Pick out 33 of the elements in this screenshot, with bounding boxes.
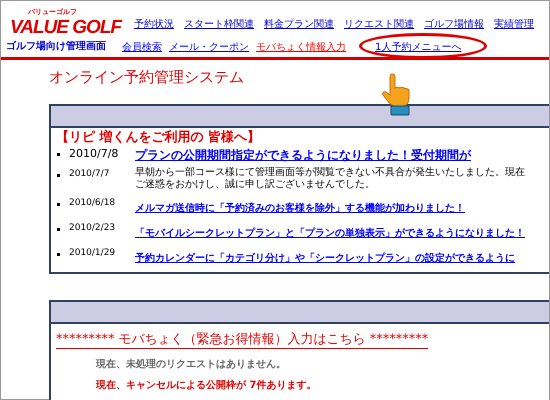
- nav-link[interactable]: ゴルフ場情報: [424, 17, 484, 31]
- news-date: 2010/7/8: [69, 146, 120, 162]
- bullet-icon: [57, 228, 60, 231]
- panel-title: 【リピ 増くんをご利用の 皆様へ】: [55, 128, 262, 146]
- nav-link[interactable]: 1人予約メニューへ: [375, 42, 462, 53]
- nav-link[interactable]: モバちょく情報入力: [256, 40, 346, 54]
- bullet-icon: [57, 253, 60, 256]
- news-date: 2010/2/23: [69, 222, 116, 235]
- bullet-icon: [57, 203, 60, 206]
- status-message: 現在、キャンセルによる公開枠が 7件あります。: [96, 380, 318, 392]
- bullet-icon: [57, 174, 60, 177]
- page-title: オンライン予約管理システム: [49, 68, 244, 87]
- nav-link[interactable]: リクエスト関連: [344, 17, 414, 31]
- news-text: ご迷惑をおかけし、誠に申し訳ございませんでした。: [135, 179, 376, 191]
- nav-link[interactable]: スタート枠関連: [184, 17, 254, 31]
- bullet-icon: [57, 153, 60, 156]
- nav-link[interactable]: 料金プラン関連: [264, 17, 334, 31]
- subtitle: ゴルフ場向け管理画面: [6, 40, 106, 53]
- news-link[interactable]: 予約カレンダーに「カテゴリ分け」や「シークレットプラン」の設定ができるように: [135, 253, 515, 264]
- nav-link[interactable]: メール・クーポン: [169, 40, 249, 54]
- nav-link[interactable]: 会員検索: [122, 40, 162, 54]
- news-text: 早朝から一部コース様にて管理画面等が閲覧できない不具合が発生いたしました。現在: [135, 167, 526, 178]
- news-date: 2010/7/7: [69, 168, 110, 181]
- news-date: 2010/6/18: [69, 197, 116, 210]
- status-message: 現在、未処理のリクエストはありません。: [96, 359, 287, 371]
- nav-link[interactable]: 予約状況: [134, 17, 174, 31]
- pointing-hand-icon: [382, 72, 412, 116]
- news-link[interactable]: 「モバイルシークレットプラン」と「プランの単独表示」ができるようになりました！: [135, 228, 525, 239]
- news-link[interactable]: プランの公開期間指定ができるようになりました！受付期間が: [135, 148, 471, 162]
- news-date: 2010/1/29: [69, 247, 116, 260]
- mobile-input-link[interactable]: ********* モバちょく（緊急お得情報）入力はこちら *********: [56, 330, 428, 349]
- news-link[interactable]: メルマガ送信時に「予約済みのお客様を除外」する機能が加わりました！: [135, 203, 465, 214]
- nav-link[interactable]: 実績管理: [494, 17, 534, 31]
